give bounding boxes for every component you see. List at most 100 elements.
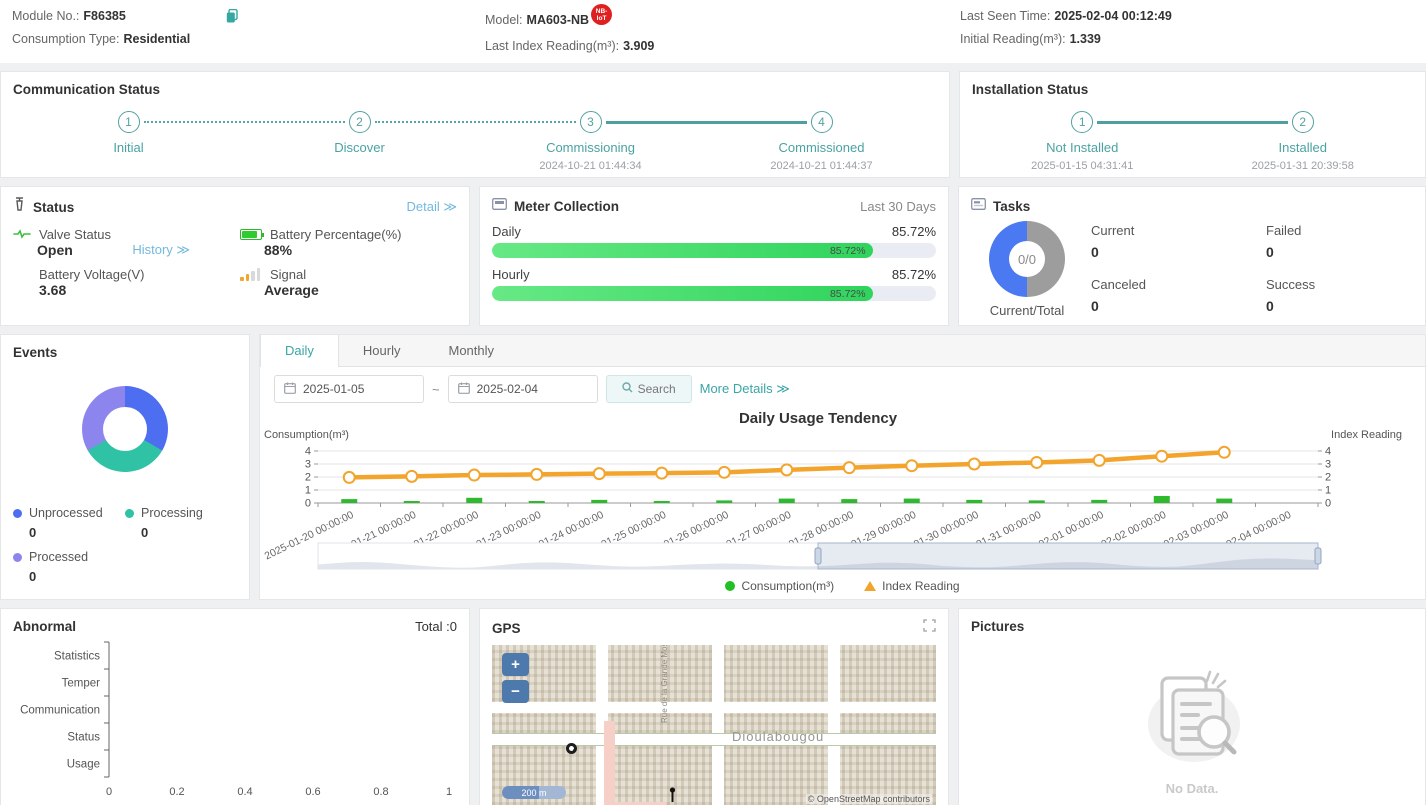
tab-daily[interactable]: Daily (260, 335, 339, 367)
abnormal-title: Abnormal (13, 619, 76, 634)
status-panel: Status Detail ≫ Valve Status Open Histor… (0, 186, 470, 326)
initial-reading-value: 1.339 (1070, 32, 1101, 46)
meter-range-label: Last 30 Days (860, 199, 936, 214)
date-from-input[interactable]: 2025-01-05 (274, 375, 424, 403)
history-link[interactable]: History ≫ (132, 242, 190, 258)
search-icon (622, 382, 633, 396)
fullscreen-icon[interactable] (923, 619, 936, 637)
svg-text:0: 0 (1325, 498, 1331, 510)
device-header: Module No.: F86385 Consumption Type: Res… (0, 0, 1426, 63)
events-legend-processing: Processing 0 (125, 506, 237, 540)
map-zoom-in-button[interactable]: + (502, 653, 529, 676)
gps-panel: GPS Dioulabougou Rue de la Grande Mosqué… (479, 608, 949, 805)
meter-hourly-fill: 85.72% (492, 286, 873, 301)
step-label: Commissioning (546, 140, 635, 155)
tab-monthly[interactable]: Monthly (424, 335, 518, 366)
step-circle: 1 (1071, 111, 1093, 133)
step-connector (1097, 121, 1288, 124)
events-legend-unprocessed: Unprocessed 0 (13, 506, 125, 540)
svg-text:0: 0 (305, 498, 311, 510)
svg-text:0: 0 (106, 786, 112, 798)
copy-icon[interactable] (226, 9, 239, 23)
svg-text:1: 1 (446, 786, 452, 798)
step-time: 2025-01-31 20:39:58 (1252, 160, 1354, 172)
meter-hourly-track: 85.72% (492, 286, 936, 301)
last-seen-label: Last Seen Time: (960, 9, 1050, 23)
step-label: Discover (334, 140, 385, 155)
legend-consumption[interactable]: Consumption(m³) (725, 579, 834, 593)
module-no-masked (130, 10, 222, 23)
detail-link[interactable]: Detail ≫ (407, 199, 457, 215)
legend-index-reading[interactable]: Index Reading (864, 579, 959, 593)
more-details-link[interactable]: More Details ≫ (700, 381, 790, 397)
battery-icon (240, 229, 262, 240)
step-circle: 4 (811, 111, 833, 133)
map-zoom-out-button[interactable]: − (502, 680, 529, 703)
events-donut-chart (82, 386, 168, 472)
valve-meter-icon (13, 197, 26, 217)
step-time: 2025-01-15 04:31:41 (1031, 160, 1133, 172)
installation-status-panel: Installation Status 1 Not Installed 2025… (959, 71, 1426, 178)
tasks-current: Current 0 (1091, 223, 1266, 265)
tasks-panel: Tasks 0/0 Current/Total Current 0 Fai (958, 186, 1426, 326)
map-main-road (492, 733, 936, 746)
daily-usage-chart[interactable]: Daily Usage TendencyConsumption(m³)Index… (260, 407, 1404, 577)
tab-hourly[interactable]: Hourly (339, 335, 425, 366)
tasks-donut-chart: 0/0 (989, 221, 1065, 297)
no-data-label: No Data. (1166, 781, 1219, 796)
status-title: Status (33, 200, 74, 215)
meter-daily-row: Daily 85.72% 85.72% (492, 224, 936, 258)
step-connector (375, 121, 576, 123)
map-streets-layer (492, 645, 936, 805)
model-row: Model: MA603-NB NB-IoT (485, 9, 960, 30)
step-connector (144, 121, 345, 123)
svg-text:0.6: 0.6 (305, 786, 320, 798)
valve-status-value: Open (37, 242, 73, 258)
map-place-label: Dioulabougou (732, 729, 824, 744)
module-no-value: F86385 (83, 9, 125, 23)
step-connector (606, 121, 807, 124)
svg-text:Consumption(m³): Consumption(m³) (264, 429, 349, 441)
map[interactable]: Dioulabougou Rue de la Grande Mosquée Ru… (492, 645, 936, 805)
map-attribution[interactable]: © OpenStreetMap contributors (806, 794, 932, 804)
svg-text:Status: Status (67, 732, 100, 744)
svg-text:Communication: Communication (20, 705, 100, 717)
date-range-separator: ~ (432, 382, 440, 397)
battery-pct-block: Battery Percentage(%) 88% (240, 227, 457, 258)
no-data-illustration (1132, 662, 1252, 777)
last-index-value: 3.909 (623, 39, 654, 53)
svg-text:Usage: Usage (67, 759, 100, 771)
abnormal-chart: StatisticsTemperCommunicationStatusUsage… (13, 634, 459, 800)
nbiot-badge: NB-IoT (591, 4, 612, 25)
svg-text:4: 4 (305, 446, 311, 458)
tasks-donut-wrap: 0/0 Current/Total (989, 221, 1065, 318)
svg-text:Daily Usage Tendency: Daily Usage Tendency (739, 410, 898, 427)
date-to-input[interactable]: 2025-02-04 (448, 375, 598, 403)
legend-dot (13, 509, 22, 518)
last-index-row: Last Index Reading(m³): 3.909 (485, 39, 960, 53)
step-circle: 2 (349, 111, 371, 133)
battery-pct-value: 88% (264, 242, 292, 258)
map-street-label: Rue de la Grande Mosquée (660, 645, 669, 723)
communication-status-title: Communication Status (13, 82, 937, 97)
model-value: MA603-NB (527, 13, 590, 27)
svg-text:3: 3 (1325, 459, 1331, 471)
meter-hourly-row: Hourly 85.72% 85.72% (492, 267, 936, 301)
svg-text:0.4: 0.4 (237, 786, 252, 798)
svg-text:Statistics: Statistics (54, 651, 100, 663)
meter-daily-label: Daily (492, 224, 521, 239)
legend-dot (125, 509, 134, 518)
meter-daily-track: 85.72% (492, 243, 936, 258)
search-button[interactable]: Search (606, 375, 692, 403)
legend-triangle-marker (864, 581, 876, 591)
gps-title: GPS (492, 621, 521, 636)
events-title: Events (13, 345, 237, 360)
map-marker-icon[interactable] (668, 787, 677, 805)
tasks-donut-center: 0/0 (989, 221, 1065, 297)
legend-dot (13, 553, 22, 562)
events-legend-processed: Processed 0 (13, 550, 125, 584)
map-scale-bar: 200 m (502, 786, 566, 799)
pictures-title: Pictures (971, 619, 1413, 634)
pictures-panel: Pictures No Dat (958, 608, 1426, 805)
meter-collection-icon (492, 197, 507, 215)
